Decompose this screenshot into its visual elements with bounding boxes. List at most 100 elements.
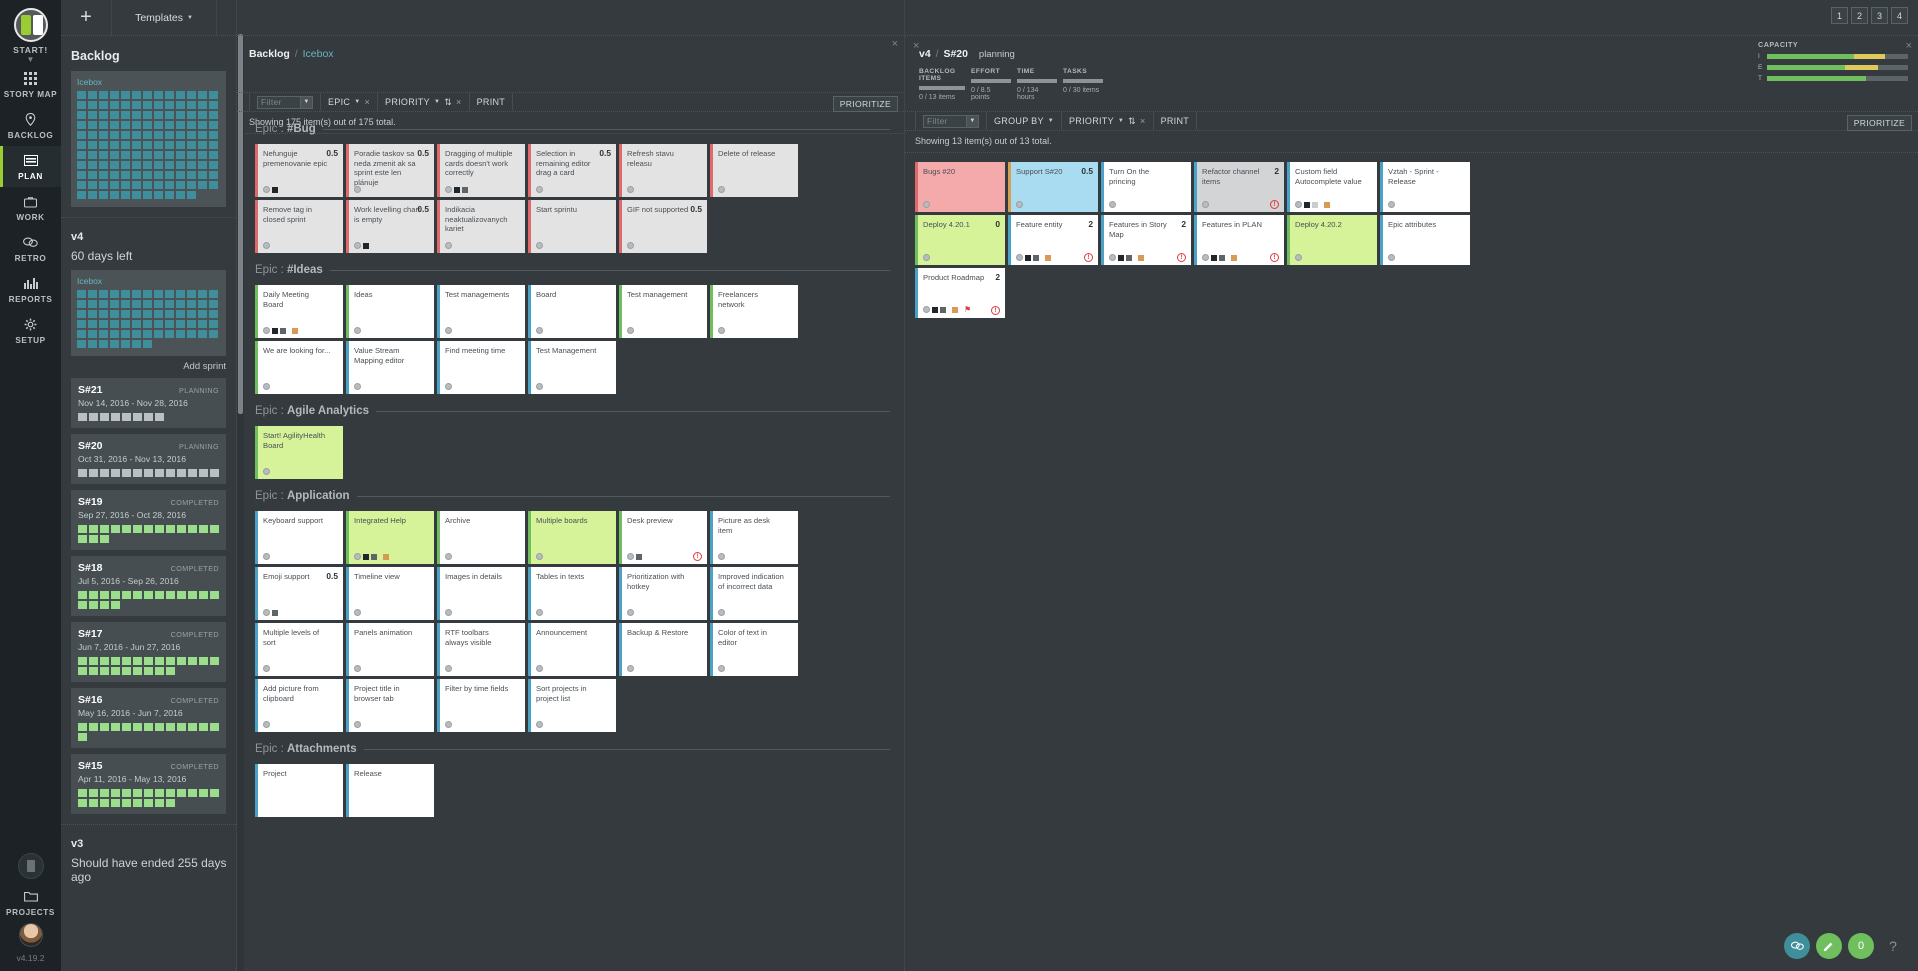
backlog-card[interactable]: Desk preview! — [619, 511, 707, 564]
breadcrumb-current[interactable]: Icebox — [303, 48, 334, 60]
backlog-card[interactable]: Start! AgilityHealth Board — [255, 426, 343, 479]
assignee-icon[interactable] — [536, 186, 543, 193]
backlog-card[interactable]: Test managements — [437, 285, 525, 338]
assignee-icon[interactable] — [536, 327, 543, 334]
assignee-icon[interactable] — [1295, 201, 1302, 208]
help-fab[interactable]: ? — [1880, 933, 1906, 959]
chevron-down-icon[interactable]: ▼ — [300, 95, 313, 109]
filter-cell[interactable]: Filter ▼ — [915, 112, 987, 130]
backlog-card[interactable]: Board — [528, 285, 616, 338]
backlog-card[interactable]: Images in details — [437, 567, 525, 620]
breadcrumb-sprint[interactable]: S#20 — [943, 48, 968, 60]
assignee-icon[interactable] — [263, 665, 270, 672]
assignee-icon[interactable] — [263, 186, 270, 193]
assignee-icon[interactable] — [536, 242, 543, 249]
list-item[interactable]: S#20 PLANNING Oct 31, 2016 - Nov 13, 2016 — [71, 434, 226, 484]
assignee-icon[interactable] — [627, 609, 634, 616]
assignee-icon[interactable] — [445, 721, 452, 728]
backlog-card[interactable]: Backup & Restore — [619, 623, 707, 676]
breadcrumb-release[interactable]: v4 — [919, 48, 931, 60]
backlog-card[interactable]: Color of text in editor — [710, 623, 798, 676]
backlog-card[interactable]: Prioritization with hotkey — [619, 567, 707, 620]
backlog-card[interactable]: Project — [255, 764, 343, 817]
sidebar-item-work[interactable]: WORK — [0, 187, 61, 228]
assignee-icon[interactable] — [1109, 254, 1116, 261]
assignee-icon[interactable] — [627, 242, 634, 249]
search-input[interactable]: Filter ▼ — [923, 114, 979, 128]
assignee-icon[interactable] — [923, 306, 930, 313]
close-icon[interactable]: × — [892, 38, 898, 50]
assignee-icon[interactable] — [354, 609, 361, 616]
backlog-card[interactable]: Multiple boards — [528, 511, 616, 564]
list-item[interactable]: S#19 COMPLETED Sep 27, 2016 - Oct 28, 2016 — [71, 490, 226, 550]
backlog-card[interactable]: Project title in browser tab — [346, 679, 434, 732]
assignee-icon[interactable] — [718, 665, 725, 672]
backlog-card[interactable]: Support S#20 0.5 — [1008, 162, 1098, 212]
backlog-card[interactable]: Keyboard support — [255, 511, 343, 564]
assignee-icon[interactable] — [445, 186, 452, 193]
backlog-card[interactable]: Panels animation — [346, 623, 434, 676]
chevron-down-icon[interactable]: ▼ — [27, 56, 35, 64]
backlog-card[interactable]: Features in Story Map 2! — [1101, 215, 1191, 265]
assignee-icon[interactable] — [354, 186, 361, 193]
backlog-card[interactable]: Delete of release — [710, 144, 798, 197]
sort-icon[interactable]: ⇅ — [444, 97, 452, 108]
backlog-card[interactable]: Filter by time fields — [437, 679, 525, 732]
backlog-card[interactable]: Deploy 4.20.2 — [1287, 215, 1377, 265]
assignee-icon[interactable] — [263, 468, 270, 475]
page-button[interactable]: 3 — [1871, 7, 1888, 24]
assignee-icon[interactable] — [354, 242, 361, 249]
assignee-icon[interactable] — [263, 327, 270, 334]
assignee-icon[interactable] — [1295, 254, 1302, 261]
backlog-card[interactable]: Refresh stavu releasu — [619, 144, 707, 197]
sidebar-item-story-map[interactable]: STORY MAP — [0, 64, 61, 105]
backlog-card[interactable]: Daily Meeting Board — [255, 285, 343, 338]
avatar[interactable] — [18, 923, 43, 947]
list-item[interactable]: S#17 COMPLETED Jun 7, 2016 - Jun 27, 2016 — [71, 622, 226, 682]
backlog-card[interactable]: Emoji support 0.5 — [255, 567, 343, 620]
backlog-card[interactable]: We are looking for... — [255, 341, 343, 394]
backlog-card[interactable]: Test Management — [528, 341, 616, 394]
backlog-card[interactable]: Work levelling chart is empty 0.5 — [346, 200, 434, 253]
assignee-icon[interactable] — [263, 383, 270, 390]
backlog-card[interactable]: Tables in texts — [528, 567, 616, 620]
backlog-card[interactable]: Add picture from clipboard — [255, 679, 343, 732]
assignee-icon[interactable] — [627, 186, 634, 193]
release-icebox-block[interactable]: Icebox — [71, 270, 226, 356]
clear-sort-icon[interactable]: × — [1140, 116, 1146, 126]
backlog-card[interactable]: Indikacia neaktualizovanych kariet — [437, 200, 525, 253]
backlog-card[interactable]: Release — [346, 764, 434, 817]
page-button[interactable]: 4 — [1891, 7, 1908, 24]
backlog-card[interactable]: Test management — [619, 285, 707, 338]
prioritize-button[interactable]: PRIORITIZE — [1846, 115, 1912, 131]
assignee-icon[interactable] — [263, 609, 270, 616]
backlog-card[interactable]: Improved indication of incorrect data — [710, 567, 798, 620]
backlog-card[interactable]: Start sprintu — [528, 200, 616, 253]
app-logo[interactable] — [13, 8, 48, 42]
priority-sort-button[interactable]: PRIORITY ▼ ⇅ × — [378, 93, 470, 111]
assignee-icon[interactable] — [536, 383, 543, 390]
search-input[interactable]: Filter ▼ — [257, 95, 313, 109]
presence-icon[interactable] — [17, 853, 44, 879]
assignee-icon[interactable] — [923, 201, 930, 208]
breadcrumb-root[interactable]: Backlog — [249, 48, 290, 60]
release-header[interactable]: v4 — [61, 218, 236, 247]
backlog-card[interactable]: Nefunguje premenovanie epic 0.5 — [255, 144, 343, 197]
backlog-card[interactable]: Find meeting time — [437, 341, 525, 394]
backlog-card[interactable]: Announcement — [528, 623, 616, 676]
assignee-icon[interactable] — [718, 327, 725, 334]
backlog-card[interactable]: Refactor channel items 2! — [1194, 162, 1284, 212]
assignee-icon[interactable] — [354, 383, 361, 390]
sidebar-item-plan[interactable]: PLAN — [0, 146, 61, 187]
scrollbar-thumb[interactable] — [238, 34, 243, 414]
assignee-icon[interactable] — [1202, 201, 1209, 208]
backlog-card[interactable]: Freelancers network — [710, 285, 798, 338]
assignee-icon[interactable] — [536, 721, 543, 728]
backlog-card[interactable]: Ideas — [346, 285, 434, 338]
panel-scrollbar[interactable] — [237, 34, 244, 971]
clear-sort-icon[interactable]: × — [456, 97, 462, 107]
backlog-card[interactable]: Epic attributes — [1380, 215, 1470, 265]
clear-epic-icon[interactable]: × — [364, 97, 370, 107]
assignee-icon[interactable] — [445, 327, 452, 334]
assignee-icon[interactable] — [718, 609, 725, 616]
